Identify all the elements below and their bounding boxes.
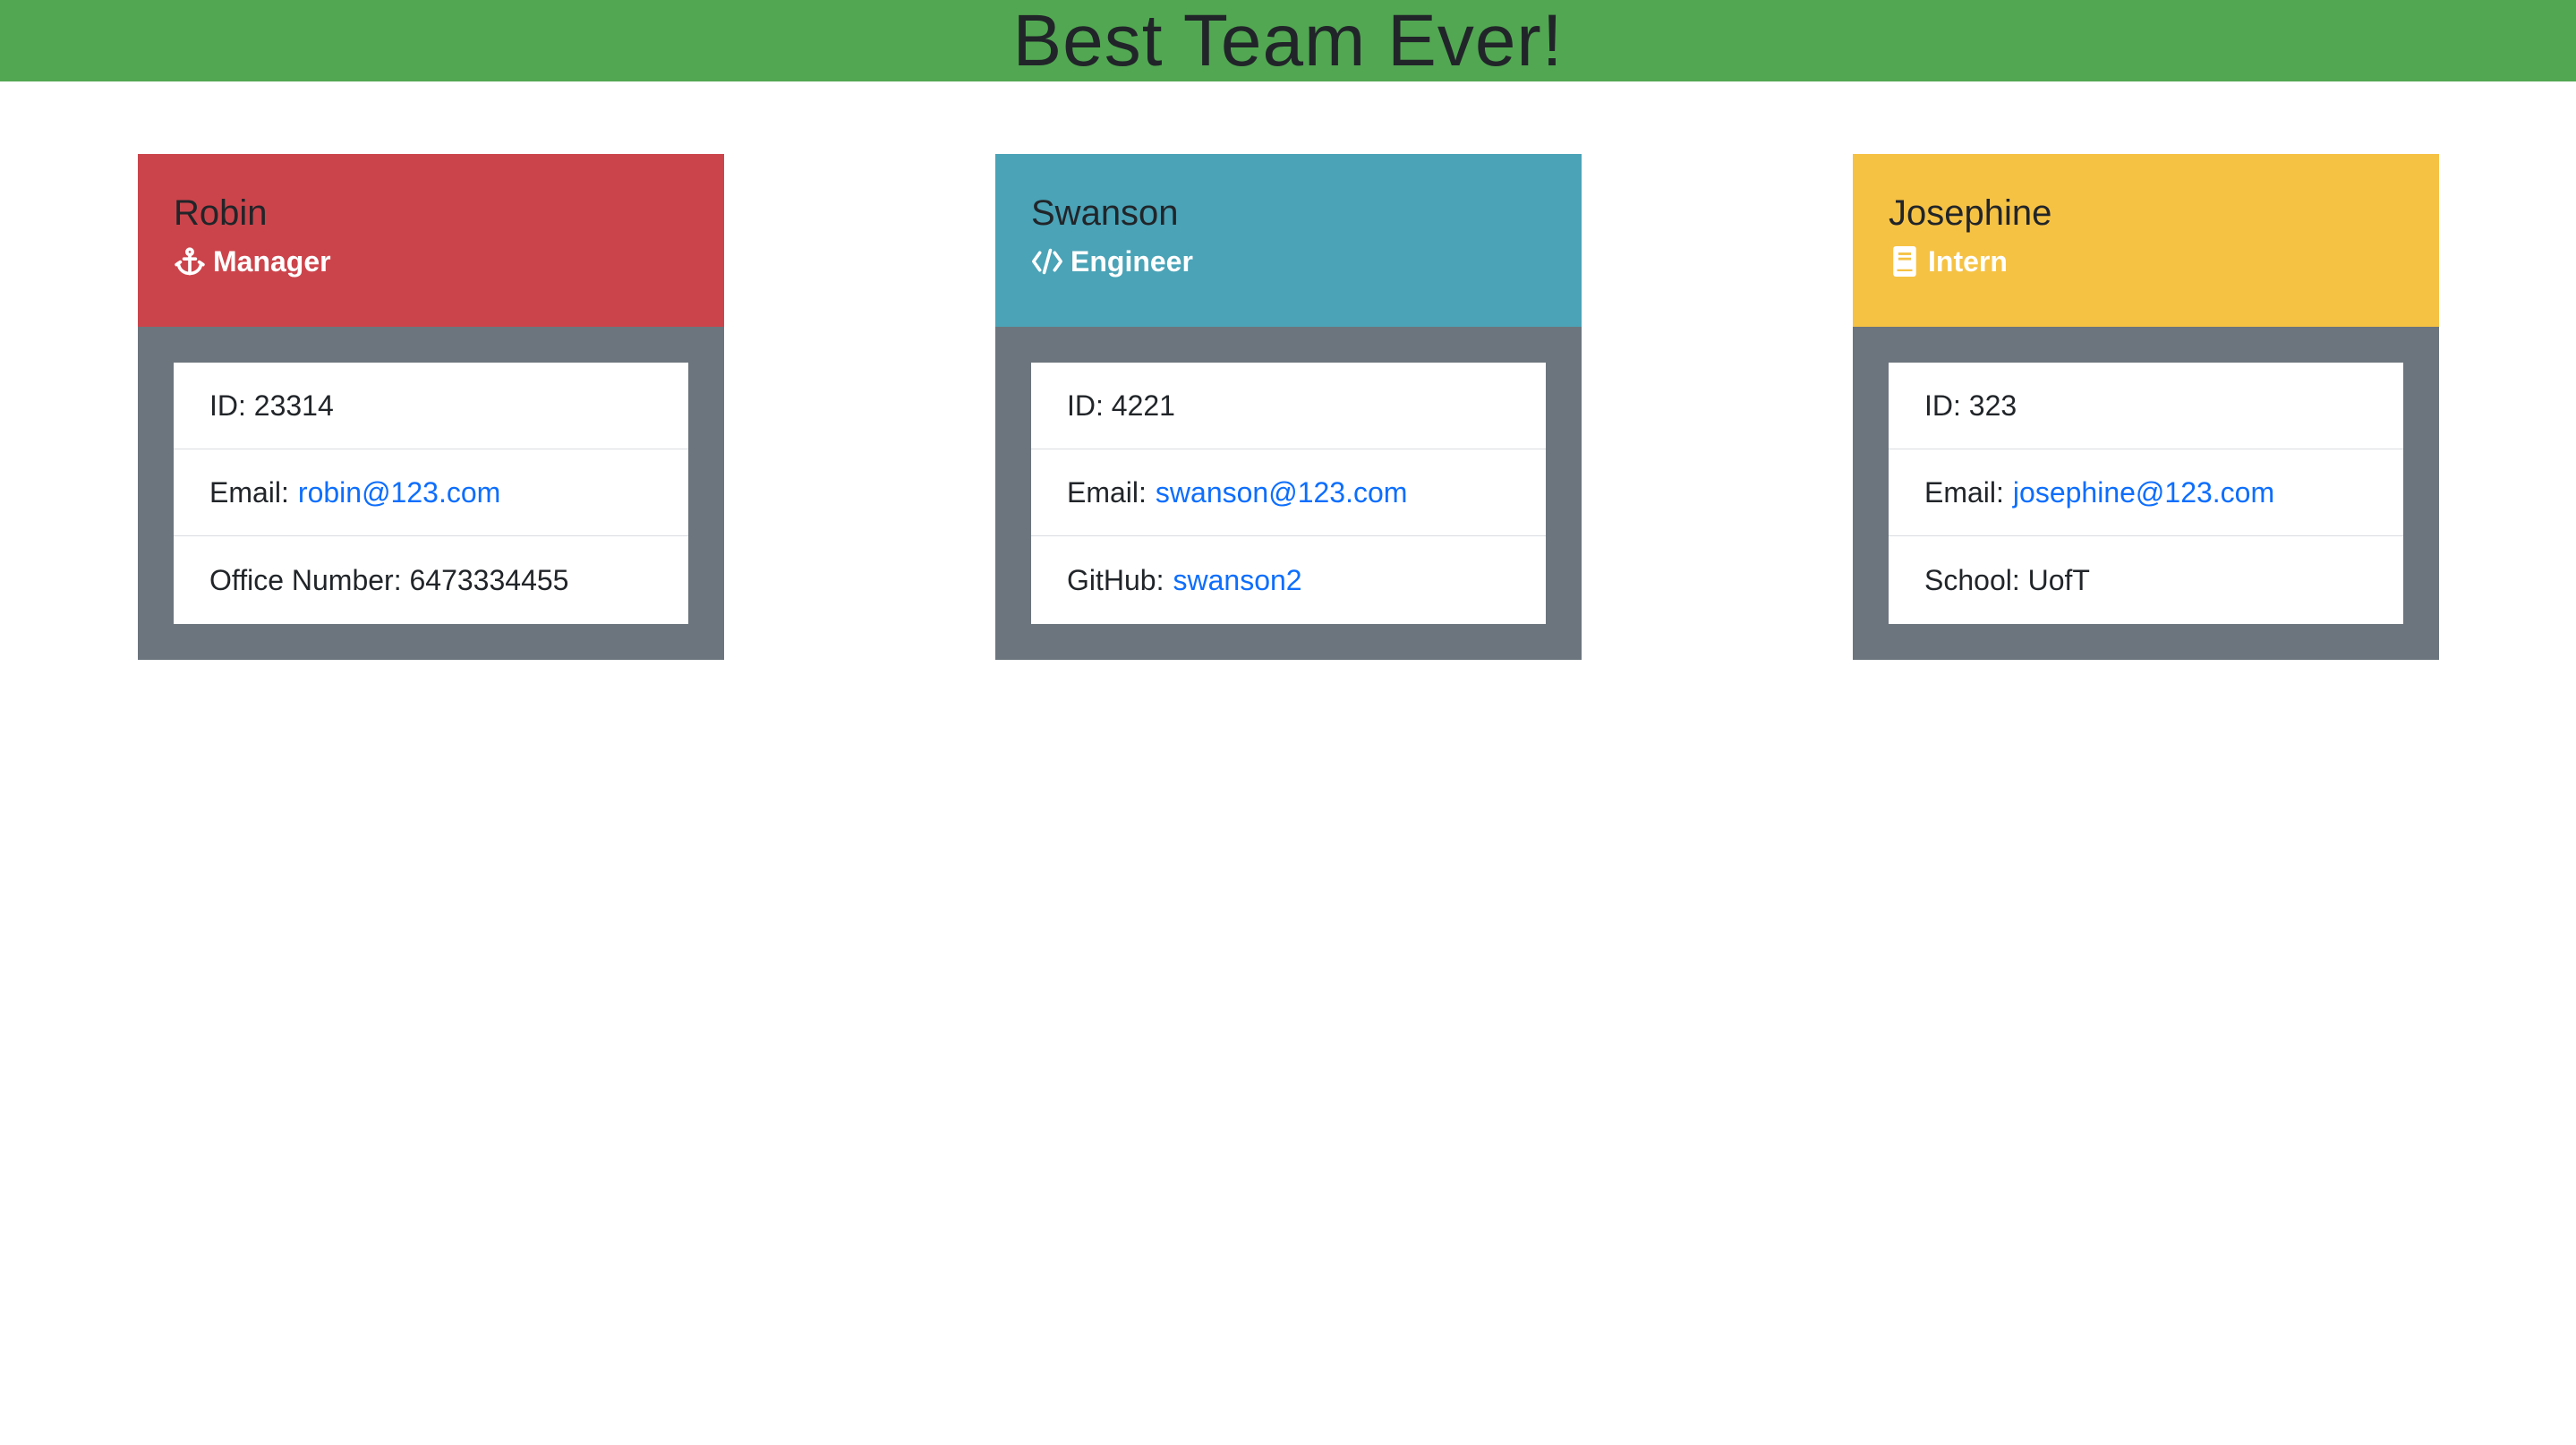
id-text: ID: 323	[1924, 389, 2017, 422]
office-number-text: Office Number: 6473334455	[209, 563, 569, 596]
employee-name: Swanson	[1031, 193, 1179, 233]
anchor-icon	[174, 245, 206, 278]
school-text: School: UofT	[1924, 563, 2090, 596]
card-header: Robin Manager	[138, 154, 724, 327]
code-icon	[1031, 245, 1063, 278]
email-label: Email:	[209, 475, 289, 509]
list-item-id: ID: 323	[1889, 363, 2403, 449]
book-icon	[1889, 245, 1921, 278]
email-link[interactable]: swanson@123.com	[1156, 476, 1408, 509]
list-item-email: Email: swanson@123.com	[1031, 449, 1546, 536]
github-label: GitHub:	[1067, 563, 1164, 596]
list-item-id: ID: 4221	[1031, 363, 1546, 449]
list-item-id: ID: 23314	[174, 363, 688, 449]
email-label: Email:	[1924, 475, 2004, 509]
id-text: ID: 23314	[209, 389, 334, 422]
employee-role-label: Engineer	[1070, 245, 1193, 278]
employee-name: Josephine	[1889, 193, 2052, 233]
page-title: Best Team Ever!	[1012, 0, 1564, 81]
card-body: ID: 23314 Email: robin@123.com Office Nu…	[138, 327, 724, 660]
email-link[interactable]: josephine@123.com	[2013, 476, 2274, 509]
id-text: ID: 4221	[1067, 389, 1175, 422]
employee-card-intern: Josephine Intern ID: 323 Email: josephin…	[1853, 154, 2439, 660]
card-header: Josephine Intern	[1853, 154, 2439, 327]
list-item-school: School: UofT	[1889, 536, 2403, 624]
card-body: ID: 323 Email: josephine@123.com School:…	[1853, 327, 2439, 660]
list-item-office-number: Office Number: 6473334455	[174, 536, 688, 624]
list-item-email: Email: robin@123.com	[174, 449, 688, 536]
card-body: ID: 4221 Email: swanson@123.com GitHub: …	[995, 327, 1582, 660]
card-header: Swanson Engineer	[995, 154, 1582, 327]
employee-card-engineer: Swanson Engineer ID: 4221 Email: swanson…	[995, 154, 1582, 660]
employee-role: Engineer	[1031, 244, 1193, 279]
employee-role: Intern	[1889, 244, 2008, 279]
list-item-email: Email: josephine@123.com	[1889, 449, 2403, 536]
employee-role-label: Intern	[1928, 245, 2008, 278]
email-link[interactable]: robin@123.com	[298, 476, 500, 509]
details-list: ID: 23314 Email: robin@123.com Office Nu…	[174, 363, 688, 624]
email-label: Email:	[1067, 475, 1147, 509]
employee-role: Manager	[174, 244, 331, 279]
employee-card-manager: Robin Manager ID: 23314 Email: robin@123…	[138, 154, 724, 660]
employee-role-label: Manager	[213, 245, 331, 278]
list-item-github: GitHub: swanson2	[1031, 536, 1546, 624]
page-header: Best Team Ever!	[0, 0, 2576, 81]
details-list: ID: 4221 Email: swanson@123.com GitHub: …	[1031, 363, 1546, 624]
github-link[interactable]: swanson2	[1173, 564, 1301, 597]
details-list: ID: 323 Email: josephine@123.com School:…	[1889, 363, 2403, 624]
employee-name: Robin	[174, 193, 268, 233]
